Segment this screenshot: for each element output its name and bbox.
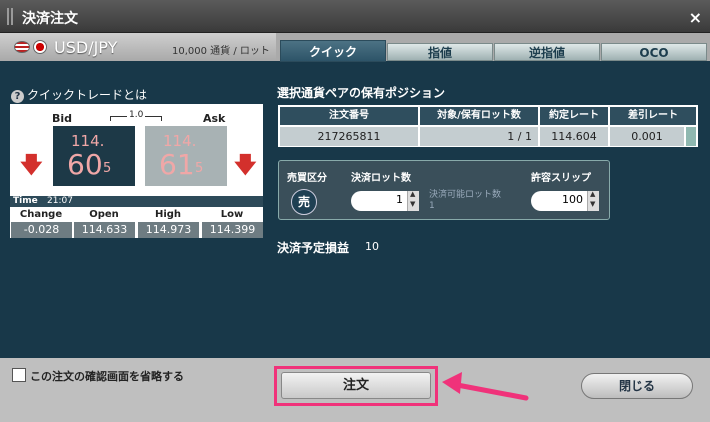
lot-stepper[interactable]: 1 <box>351 190 419 211</box>
bid-label: Bid <box>52 112 73 125</box>
expected-pl-label: 決済予定損益 <box>277 241 350 255</box>
expected-pl-value: 10 <box>365 240 379 253</box>
bid-price-big: 60 <box>67 148 103 181</box>
available-lots-value: 1 <box>429 201 435 211</box>
side-sell-badge: 売 <box>291 189 317 215</box>
positions-table: 注文番号 対象/保有ロット数 約定レート 差引レート 217265811 1 /… <box>278 105 698 147</box>
buy-arrow-icon[interactable]: 🡇 <box>234 148 257 186</box>
positions-title: 選択通貨ペアの保有ポジション <box>277 86 446 100</box>
quick-trade-help[interactable]: ? クイックトレードとは <box>11 86 147 103</box>
slippage-label: 許容スリップ <box>531 173 591 184</box>
help-label: クイックトレードとは <box>27 88 148 102</box>
title-bar[interactable]: 決済注文 × <box>0 0 710 33</box>
currency-header: USD/JPY 10,000 通貨 / ロット <box>0 33 276 61</box>
cell-lots[interactable]: 1 / 1 <box>420 127 538 146</box>
order-type-tabs: クイック 指値 逆指値 OCO <box>276 33 710 62</box>
help-icon[interactable]: ? <box>11 90 24 103</box>
table-scrollbar[interactable] <box>686 127 696 146</box>
tab-stop[interactable]: 逆指値 <box>494 43 600 61</box>
stat-header-change: Change <box>19 209 63 220</box>
order-button[interactable]: 注文 <box>281 372 431 399</box>
lot-spin-icon[interactable] <box>407 190 419 211</box>
col-diff-rate: 差引レート <box>610 107 696 125</box>
lot-value[interactable]: 1 <box>396 193 403 206</box>
quote-panel: Bid Ask 1.0 🡇 114. 60 5 114. 61 5 🡇 Time… <box>10 104 263 238</box>
stat-high: 114.973 <box>137 222 199 238</box>
ask-price-big: 61 <box>159 148 195 181</box>
lot-unit: 10,000 通貨 / ロット <box>172 46 270 57</box>
ask-label: Ask <box>203 112 226 125</box>
slippage-spin-icon[interactable] <box>587 190 599 211</box>
available-lots-label: 決済可能ロット数 <box>429 190 502 200</box>
us-flag-icon <box>14 41 30 53</box>
bid-price-button[interactable]: 114. 60 5 <box>53 126 135 186</box>
order-settings: 売買区分 売 決済ロット数 1 決済可能ロット数 1 許容スリップ 100 <box>278 160 610 220</box>
skip-confirm-checkbox[interactable] <box>12 368 26 382</box>
currency-pair: USD/JPY <box>54 38 118 57</box>
bid-price-small: 5 <box>103 161 112 176</box>
ask-price-button[interactable]: 114. 61 5 <box>145 126 227 186</box>
sell-arrow-icon[interactable]: 🡇 <box>20 148 43 186</box>
tab-limit[interactable]: 指値 <box>387 43 493 61</box>
tab-quick[interactable]: クイック <box>280 40 386 62</box>
ask-price-small: 5 <box>195 161 204 176</box>
spread-value: 1.0 <box>127 110 146 120</box>
close-icon[interactable]: × <box>689 8 702 27</box>
slippage-value[interactable]: 100 <box>562 193 583 206</box>
time-value: 21:07 <box>47 196 73 206</box>
tab-oco[interactable]: OCO <box>601 43 707 61</box>
time-label: Time <box>13 196 38 206</box>
stat-change: -0.028 <box>10 222 72 238</box>
col-exec-rate: 約定レート <box>540 107 608 125</box>
jp-flag-icon <box>33 40 47 54</box>
lot-label: 決済ロット数 <box>351 173 411 184</box>
stat-header-open: Open <box>89 209 119 220</box>
side-label: 売買区分 <box>287 173 327 184</box>
skip-confirm-label[interactable]: この注文の確認画面を省略する <box>30 368 184 384</box>
pointer-arrow-icon <box>442 372 529 401</box>
cell-order-no[interactable]: 217265811 <box>280 127 418 146</box>
time-bar: Time 21:07 <box>10 196 263 207</box>
stat-low: 114.399 <box>201 222 263 238</box>
stat-open: 114.633 <box>73 222 135 238</box>
close-button[interactable]: 閉じる <box>581 373 693 399</box>
window-title: 決済注文 <box>22 11 78 27</box>
cell-diff-rate[interactable]: 0.001 <box>610 127 684 146</box>
col-order-no: 注文番号 <box>280 107 418 125</box>
col-lots: 対象/保有ロット数 <box>420 107 538 125</box>
stat-header-high: High <box>154 209 182 220</box>
drag-grip-icon[interactable] <box>7 8 13 25</box>
cell-exec-rate[interactable]: 114.604 <box>540 127 608 146</box>
slippage-stepper[interactable]: 100 <box>531 190 599 211</box>
stat-header-low: Low <box>220 209 244 220</box>
